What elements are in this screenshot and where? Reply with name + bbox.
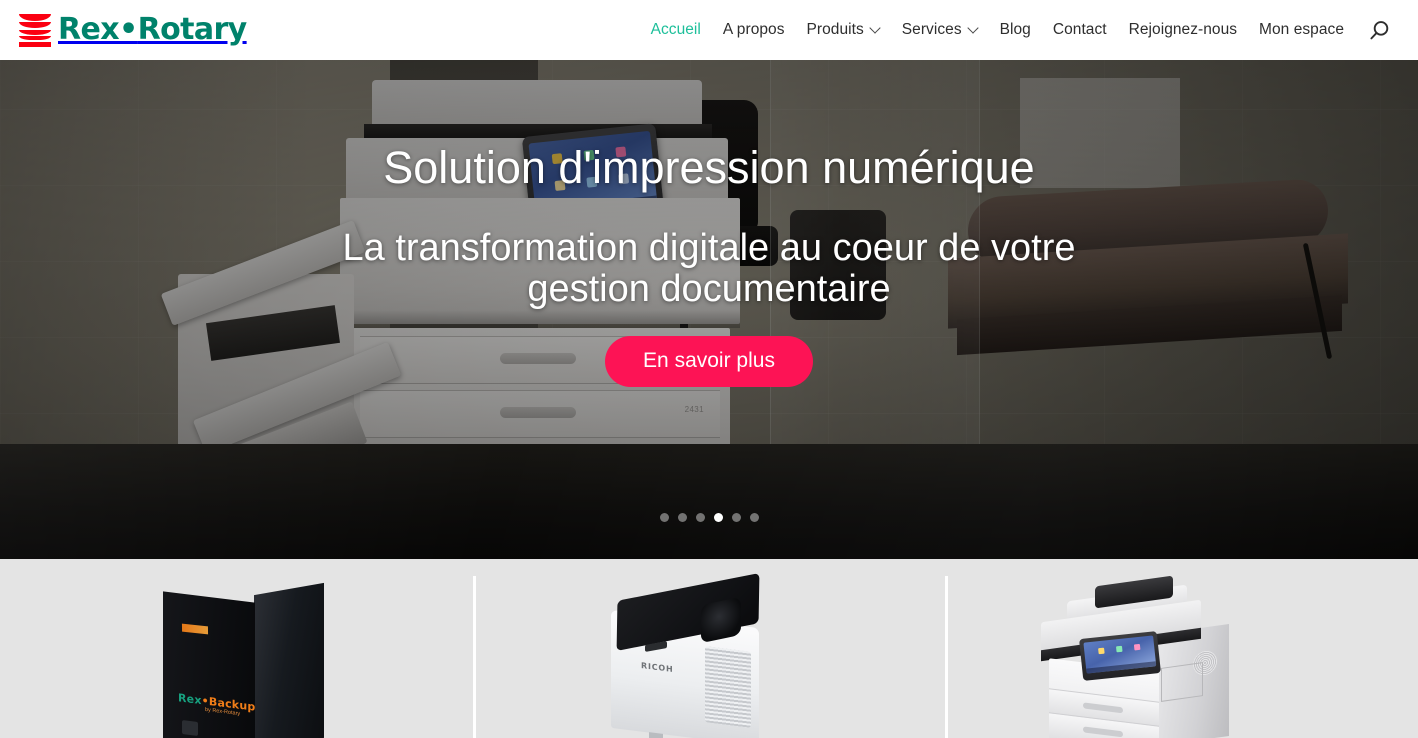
nav-label: Blog <box>999 21 1031 38</box>
mfp-touchscreen <box>1083 635 1157 674</box>
rex-backup-server-image: Rex•Backup by Rex-Rotary <box>0 559 473 738</box>
nav-item-a-propos[interactable]: A propos <box>712 0 796 60</box>
chevron-down-icon <box>871 24 880 33</box>
nav-item-blog[interactable]: Blog <box>989 0 1042 60</box>
ricoh-mfp-image <box>945 559 1418 738</box>
chevron-down-icon <box>969 24 978 33</box>
projector-vent <box>704 646 751 728</box>
nav-label: Accueil <box>650 21 701 38</box>
server-front-panel <box>163 591 255 738</box>
nav-item-contact[interactable]: Contact <box>1042 0 1118 60</box>
logo-text-part2: Rotary <box>137 12 248 47</box>
logo-wordmark: Rex•Rotary <box>58 12 248 47</box>
hero-title: Solution d'impression numérique <box>383 142 1035 193</box>
hero-slider: MP C5504 2421 2431 3431 4431 <box>0 60 1418 559</box>
mfp-side-panel <box>1161 662 1204 702</box>
server-side-panel <box>254 582 324 738</box>
main-navigation: Accueil A propos Produits Services Blog … <box>640 0 1418 60</box>
product-highlights-section: Rex•Backup by Rex-Rotary RICOH <box>0 559 1418 738</box>
site-logo[interactable]: Rex•Rotary <box>19 8 247 52</box>
search-icon <box>1369 20 1388 39</box>
nav-item-accueil[interactable]: Accueil <box>640 0 712 60</box>
server-badge-icon <box>182 720 198 736</box>
nav-label: Services <box>901 21 962 38</box>
projector-foot <box>648 732 663 738</box>
product-card-ricoh-projector[interactable]: RICOH <box>472 559 946 738</box>
product-card-rex-backup[interactable]: Rex•Backup by Rex-Rotary <box>0 559 473 738</box>
rex-rotary-waves-icon <box>19 13 51 47</box>
mfp-control-panel <box>1079 631 1162 681</box>
nav-label: A propos <box>722 21 785 38</box>
nav-label: Produits <box>806 21 864 38</box>
product-card-ricoh-mfp[interactable] <box>945 559 1418 738</box>
search-button[interactable] <box>1362 0 1396 60</box>
nav-label: Mon espace <box>1259 21 1344 38</box>
site-header: Rex•Rotary Accueil A propos Produits Ser… <box>0 0 1418 60</box>
hero-subtitle: La transformation digitale au coeur de v… <box>342 226 1076 310</box>
nav-item-services[interactable]: Services <box>891 0 989 60</box>
nav-item-produits[interactable]: Produits <box>796 0 891 60</box>
product-grid: Rex•Backup by Rex-Rotary RICOH <box>0 559 1418 738</box>
hero-content: Solution d'impression numérique La trans… <box>0 60 1418 559</box>
logo-separator: • <box>119 12 138 47</box>
nav-item-rejoignez-nous[interactable]: Rejoignez-nous <box>1118 0 1248 60</box>
nav-label: Contact <box>1052 21 1107 38</box>
nav-label: Rejoignez-nous <box>1128 21 1238 38</box>
ricoh-projector-image: RICOH <box>473 559 946 738</box>
nav-item-mon-espace[interactable]: Mon espace <box>1248 0 1355 60</box>
hero-cta-button[interactable]: En savoir plus <box>605 335 813 387</box>
logo-text-part1: Rex <box>58 12 120 47</box>
